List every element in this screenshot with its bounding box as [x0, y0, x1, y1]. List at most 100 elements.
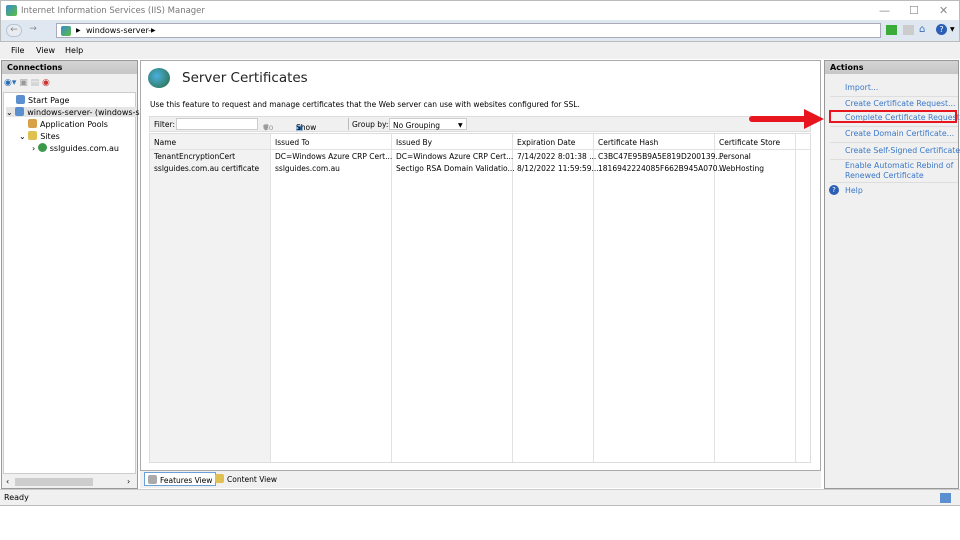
header-issued-by[interactable]: Issued By [396, 138, 432, 147]
menu-help[interactable]: Help [65, 46, 83, 55]
tree-server[interactable]: ⌄ windows-server- (windows-se [6, 107, 145, 117]
disconnect-icon[interactable]: ◉ [42, 78, 50, 88]
header-expiration-date[interactable]: Expiration Date [517, 138, 575, 147]
folder-icon [28, 131, 38, 140]
action-help[interactable]: Help [845, 186, 863, 195]
scrollbar-thumb[interactable] [15, 478, 93, 486]
action-create-self-signed-certificate[interactable]: Create Self-Signed Certificate... [845, 146, 960, 155]
connections-toolbar: ◉▾ ▣ ▤ ◉ [4, 78, 50, 88]
iis-app-icon [6, 5, 17, 16]
cell-hash: 1816942224085F662B945A070... [598, 164, 725, 173]
tree-start-page[interactable]: Start Page [16, 95, 69, 105]
maximize-button[interactable]: ☐ [909, 4, 919, 17]
help-icon: ? [829, 185, 839, 195]
action-create-domain-certificate[interactable]: Create Domain Certificate... [845, 129, 954, 138]
column-name [150, 134, 271, 462]
group-by-value: No Grouping [393, 121, 441, 130]
network-status-icon [940, 493, 951, 503]
status-text: Ready [4, 493, 29, 502]
stop-icon[interactable] [903, 25, 914, 35]
certificates-table: Name Issued To Issued By Expiration Date… [149, 133, 811, 463]
features-view-icon [148, 475, 157, 484]
highlight-box [829, 110, 957, 123]
breadcrumb-arrow-icon: ▶ [151, 27, 156, 34]
divider [830, 96, 958, 97]
minimize-button[interactable]: — [879, 4, 890, 17]
forward-button[interactable]: → [25, 24, 41, 37]
toolbar-divider [348, 118, 349, 130]
connect-icon[interactable]: ◉▾ [4, 78, 16, 88]
filter-label: Filter: [154, 120, 175, 129]
cell-name: sslguides.com.au certificate [154, 164, 260, 173]
server-icon [61, 26, 71, 36]
window-title: Internet Information Services (IIS) Mana… [21, 6, 205, 16]
chevron-down-icon[interactable]: ▼ [950, 26, 955, 33]
filter-input[interactable] [176, 118, 258, 130]
divider [830, 142, 958, 143]
title-bar: Internet Information Services (IIS) Mana… [0, 0, 960, 20]
tree-site-sslguides[interactable]: › sslguides.com.au [32, 143, 119, 153]
divider [830, 126, 958, 127]
cell-hash: C3BC47E95B9A5E819D200139... [598, 152, 723, 161]
cell-expiration: 7/14/2022 8:01:38 ... [517, 152, 597, 161]
menu-view[interactable]: View [36, 46, 55, 55]
view-tabs: Features View Content View [140, 471, 821, 488]
address-bar: ← → ▶ windows-server- ▶ ⌂ ? ▼ [0, 20, 960, 42]
up-icon[interactable]: ▤ [31, 78, 40, 88]
tab-features-view[interactable]: Features View [144, 472, 217, 486]
horizontal-scrollbar[interactable]: ‹ › [3, 476, 136, 488]
action-import[interactable]: Import... [845, 83, 878, 92]
action-create-certificate-request[interactable]: Create Certificate Request... [845, 99, 955, 108]
cell-expiration: 8/12/2022 11:59:59... [517, 164, 599, 173]
cell-issued-to: sslguides.com.au [275, 164, 340, 173]
red-arrow-annotation [749, 109, 824, 129]
table-row[interactable]: TenantEncryptionCert DC=Windows Azure CR… [150, 152, 810, 164]
divider [830, 182, 958, 183]
action-enable-automatic-rebind[interactable]: Enable Automatic Rebind of [845, 161, 953, 170]
chevron-down-icon: ▼ [458, 122, 463, 129]
connections-header: Connections [2, 61, 137, 74]
close-button[interactable]: ✕ [939, 4, 948, 17]
table-row[interactable]: sslguides.com.au certificate sslguides.c… [150, 164, 810, 176]
page-title: Server Certificates [182, 70, 308, 86]
breadcrumb-server[interactable]: windows-server- [86, 26, 151, 35]
start-page-icon [16, 95, 25, 104]
tree-application-pools[interactable]: Application Pools [28, 119, 108, 129]
help-icon[interactable]: ? [936, 24, 947, 35]
globe-icon [37, 143, 47, 152]
save-icon[interactable]: ▣ [19, 78, 28, 88]
content-view-icon [215, 474, 224, 483]
header-name[interactable]: Name [154, 138, 176, 147]
refresh-connections-icon[interactable] [886, 25, 897, 35]
scroll-left-icon[interactable]: ‹ [6, 477, 9, 486]
address-path[interactable]: ▶ windows-server- ▶ [56, 23, 881, 38]
server-icon [15, 107, 25, 116]
connections-tree: Start Page ⌄ windows-server- (windows-se… [3, 92, 145, 474]
header-issued-to[interactable]: Issued To [275, 138, 309, 147]
cell-issued-to: DC=Windows Azure CRP Cert... [275, 152, 393, 161]
header-certificate-store[interactable]: Certificate Store [719, 138, 780, 147]
tree-sites[interactable]: ⌄ Sites [19, 131, 60, 141]
menu-file[interactable]: File [11, 46, 24, 55]
scroll-right-icon[interactable]: › [127, 477, 130, 486]
tab-content-view[interactable]: Content View [212, 472, 280, 486]
group-by-label: Group by: [352, 120, 389, 129]
table-header: Name Issued To Issued By Expiration Date… [150, 134, 810, 150]
menu-bar: File View Help [0, 42, 960, 59]
actions-header: Actions [825, 61, 958, 74]
cell-issued-by: DC=Windows Azure CRP Cert... [396, 152, 514, 161]
back-button[interactable]: ← [6, 24, 22, 37]
divider [830, 159, 958, 160]
app-pools-icon [28, 119, 37, 128]
breadcrumb-arrow-icon: ▶ [76, 27, 81, 34]
action-enable-automatic-rebind-line2[interactable]: Renewed Certificate [845, 171, 924, 180]
cell-name: TenantEncryptionCert [154, 152, 236, 161]
page-description: Use this feature to request and manage c… [150, 100, 580, 109]
header-certificate-hash[interactable]: Certificate Hash [598, 138, 658, 147]
group-by-select[interactable]: No Grouping ▼ [389, 118, 467, 130]
column-issued-to [271, 134, 392, 462]
cell-store: WebHosting [719, 164, 765, 173]
status-bar: Ready [0, 489, 960, 506]
home-icon[interactable]: ⌂ [919, 24, 925, 35]
cell-store: Personal [719, 152, 751, 161]
